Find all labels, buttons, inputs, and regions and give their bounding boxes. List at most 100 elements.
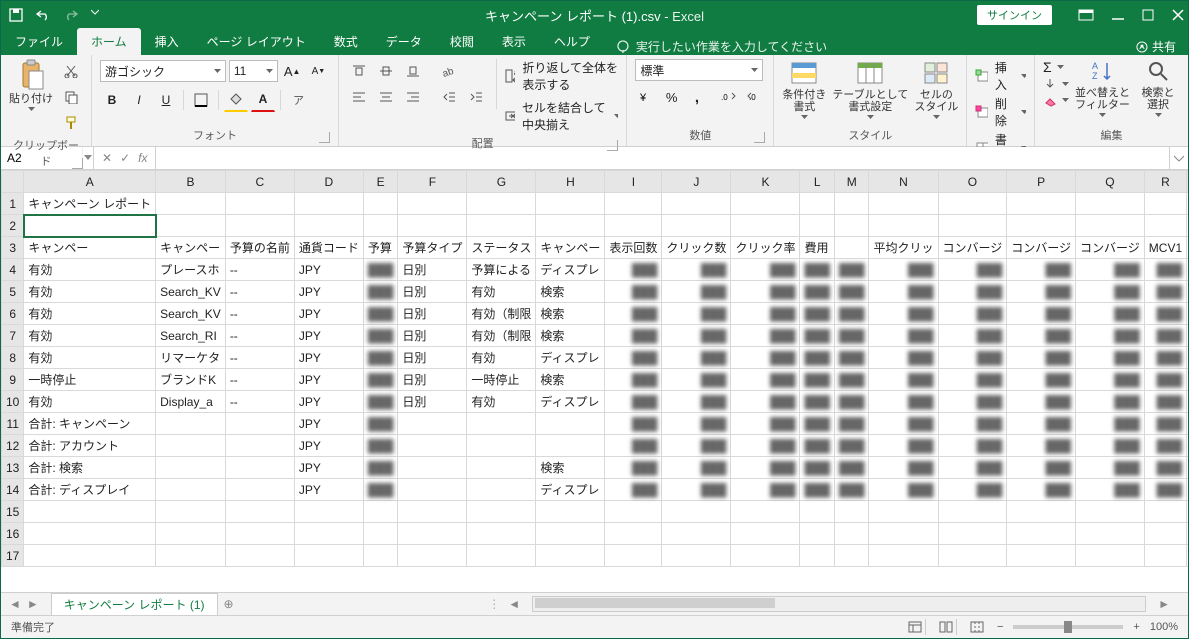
cell-C15[interactable] — [225, 501, 294, 523]
cell-D5[interactable]: JPY — [294, 281, 363, 303]
cells-grid[interactable]: ABCDEFGHIJKLMNOPQR1キャンペーン レポート23キャンペーキャン… — [1, 170, 1188, 592]
cell-L7[interactable]: ███ — [800, 325, 835, 347]
percent-icon[interactable]: % — [661, 85, 683, 109]
cell-Q3[interactable]: コンバージ — [1076, 237, 1145, 259]
cell-M7[interactable]: ███ — [834, 325, 869, 347]
cell-M2[interactable] — [834, 215, 869, 237]
cell-A16[interactable] — [24, 523, 156, 545]
sheet-nav-prev-icon[interactable]: ◄ — [9, 597, 21, 611]
cell-O16[interactable] — [938, 523, 1007, 545]
cell-D11[interactable]: JPY — [294, 413, 363, 435]
fx-icon[interactable]: fx — [138, 151, 147, 165]
cell-C8[interactable]: -- — [225, 347, 294, 369]
dialog-launcher-icon[interactable] — [319, 132, 330, 143]
cell-N11[interactable]: ███ — [869, 413, 938, 435]
cell-R8[interactable]: ███ — [1144, 347, 1186, 369]
share-button[interactable]: 共有 — [1136, 38, 1176, 55]
cell-F17[interactable] — [398, 545, 467, 567]
cell-I15[interactable] — [605, 501, 662, 523]
cell-N15[interactable] — [869, 501, 938, 523]
cell-P16[interactable] — [1007, 523, 1076, 545]
dialog-launcher-icon[interactable] — [72, 158, 83, 169]
cell-H6[interactable]: 検索 — [536, 303, 605, 325]
sheet-tab-active[interactable]: キャンペーン レポート (1) — [51, 593, 218, 615]
cell-J5[interactable]: ███ — [662, 281, 731, 303]
cell-B14[interactable] — [156, 479, 226, 501]
cell-K13[interactable]: ███ — [731, 457, 800, 479]
cell-L17[interactable] — [800, 545, 835, 567]
cell-L11[interactable]: ███ — [800, 413, 835, 435]
cell-D4[interactable]: JPY — [294, 259, 363, 281]
cell-D12[interactable]: JPY — [294, 435, 363, 457]
cell-G16[interactable] — [467, 523, 536, 545]
cell-L16[interactable] — [800, 523, 835, 545]
cell-L12[interactable]: ███ — [800, 435, 835, 457]
cell-H5[interactable]: 検索 — [536, 281, 605, 303]
cell-G17[interactable] — [467, 545, 536, 567]
cell-H4[interactable]: ディスプレ — [536, 259, 605, 281]
cell-L14[interactable]: ███ — [800, 479, 835, 501]
col-header-Q[interactable]: Q — [1076, 171, 1145, 193]
cell-J8[interactable]: ███ — [662, 347, 731, 369]
cell-G11[interactable] — [467, 413, 536, 435]
cell-G7[interactable]: 有効（制限 — [467, 325, 536, 347]
increase-indent-icon[interactable] — [464, 85, 488, 109]
cell-O4[interactable]: ███ — [938, 259, 1007, 281]
cell-F10[interactable]: 日別 — [398, 391, 467, 413]
fill-button[interactable] — [1043, 77, 1069, 91]
cell-D16[interactable] — [294, 523, 363, 545]
col-header-S[interactable] — [1187, 171, 1188, 193]
cell-E11[interactable]: ███ — [363, 413, 398, 435]
cell-H15[interactable] — [536, 501, 605, 523]
col-header-B[interactable]: B — [156, 171, 226, 193]
cell-K11[interactable]: ███ — [731, 413, 800, 435]
col-header-C[interactable]: C — [225, 171, 294, 193]
cell-O13[interactable]: ███ — [938, 457, 1007, 479]
cell-O3[interactable]: コンバージ — [938, 237, 1007, 259]
merge-center-button[interactable]: セルを結合して中央揃え — [505, 99, 619, 133]
cell-A8[interactable]: 有効 — [24, 347, 156, 369]
conditional-format-button[interactable]: 条件付き 書式 — [782, 59, 826, 119]
cell-B10[interactable]: Display_a — [156, 391, 226, 413]
cell-H3[interactable]: キャンペー — [536, 237, 605, 259]
cell-R16[interactable] — [1144, 523, 1186, 545]
cell-N4[interactable]: ███ — [869, 259, 938, 281]
cell-G5[interactable]: 有効 — [467, 281, 536, 303]
cell-I9[interactable]: ███ — [605, 369, 662, 391]
cell-H16[interactable] — [536, 523, 605, 545]
cell-D14[interactable]: JPY — [294, 479, 363, 501]
cell-P6[interactable]: ███ — [1007, 303, 1076, 325]
cell-B16[interactable] — [156, 523, 226, 545]
cell-I6[interactable]: ███ — [605, 303, 662, 325]
shrink-font-icon[interactable]: A▼ — [307, 59, 330, 83]
row-header-4[interactable]: 4 — [2, 259, 24, 281]
cell-S3[interactable]: MCVR_ — [1187, 237, 1188, 259]
row-header-6[interactable]: 6 — [2, 303, 24, 325]
cell-R7[interactable]: ███ — [1144, 325, 1186, 347]
zoom-out-icon[interactable]: − — [997, 621, 1003, 633]
cell-C4[interactable]: -- — [225, 259, 294, 281]
cell-K9[interactable]: ███ — [731, 369, 800, 391]
find-select-button[interactable]: 検索と 選択 — [1136, 59, 1180, 117]
cell-N13[interactable]: ███ — [869, 457, 938, 479]
cell-S16[interactable] — [1187, 523, 1188, 545]
cell-E9[interactable]: ███ — [363, 369, 398, 391]
cell-J10[interactable]: ███ — [662, 391, 731, 413]
align-center-icon[interactable] — [374, 85, 398, 109]
cell-C7[interactable]: -- — [225, 325, 294, 347]
cell-C3[interactable]: 予算の名前 — [225, 237, 294, 259]
cell-M15[interactable] — [834, 501, 869, 523]
close-icon[interactable] — [1172, 9, 1184, 21]
dialog-launcher-icon[interactable] — [607, 140, 618, 151]
cell-R4[interactable]: ███ — [1144, 259, 1186, 281]
cell-F16[interactable] — [398, 523, 467, 545]
row-header-16[interactable]: 16 — [2, 523, 24, 545]
cell-F6[interactable]: 日別 — [398, 303, 467, 325]
cell-D2[interactable] — [294, 215, 363, 237]
cell-B1[interactable] — [156, 193, 226, 215]
cell-N12[interactable]: ███ — [869, 435, 938, 457]
cell-Q10[interactable]: ███ — [1076, 391, 1145, 413]
cell-Q7[interactable]: ███ — [1076, 325, 1145, 347]
cell-I13[interactable]: ███ — [605, 457, 662, 479]
cell-R11[interactable]: ███ — [1144, 413, 1186, 435]
